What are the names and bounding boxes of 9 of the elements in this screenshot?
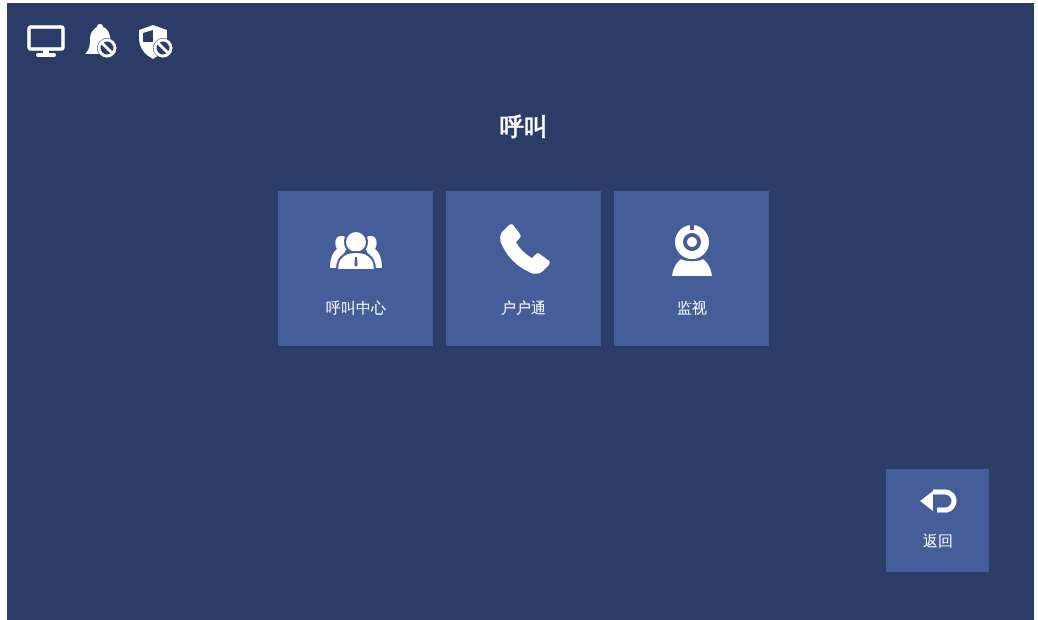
bell-off-icon bbox=[83, 24, 119, 60]
menu-tile[interactable]: 呼叫中心 bbox=[278, 191, 433, 346]
monitor-icon bbox=[27, 25, 65, 59]
shield-off-icon bbox=[137, 24, 175, 60]
menu-tile[interactable]: 监视 bbox=[614, 191, 769, 346]
back-button[interactable]: 返回 bbox=[886, 469, 989, 572]
menu-tile[interactable]: 户户通 bbox=[446, 191, 601, 346]
webcam-icon bbox=[670, 223, 713, 277]
screen-title: 呼叫 bbox=[498, 112, 549, 143]
